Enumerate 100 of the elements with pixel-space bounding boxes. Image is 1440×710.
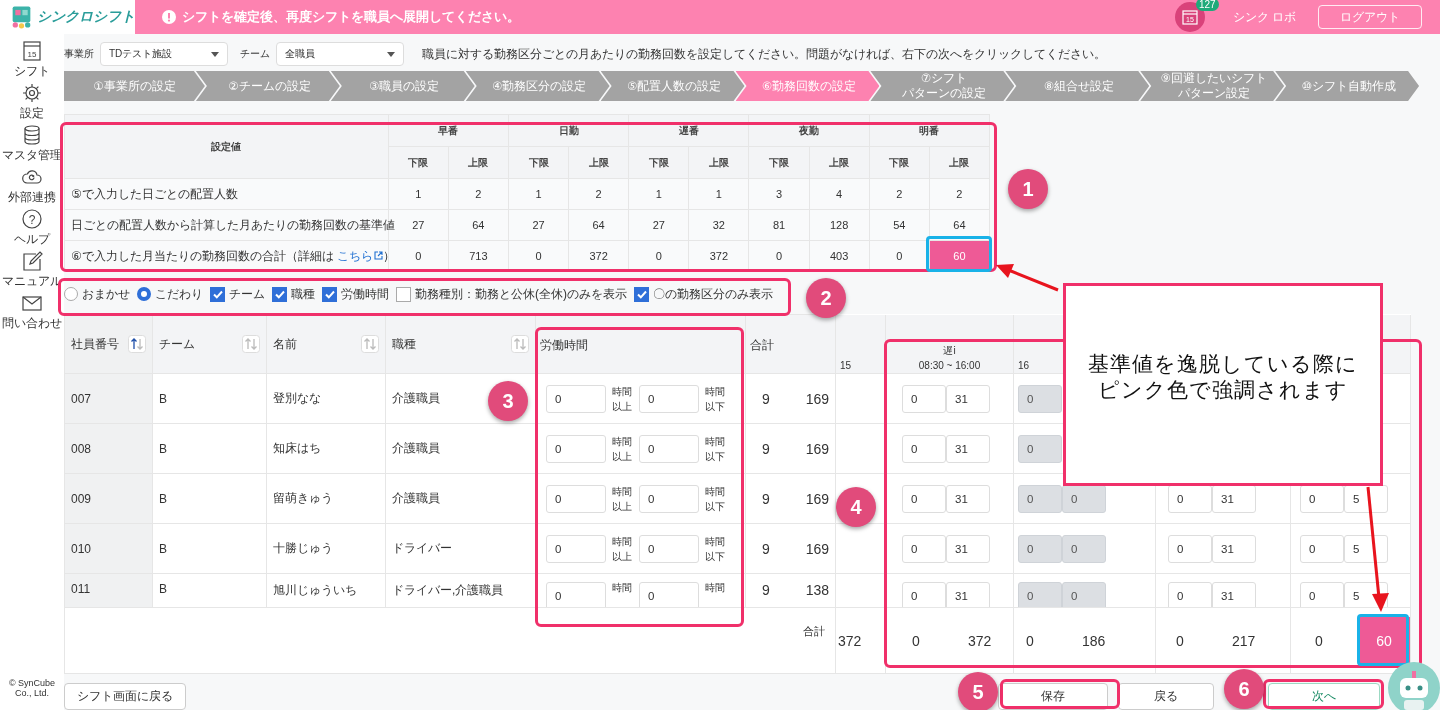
option-label: 職種 <box>291 285 315 303</box>
hours-field[interactable]: 0 <box>639 384 699 413</box>
count-field[interactable]: 0 <box>902 534 946 563</box>
count-field[interactable]: 31 <box>946 534 990 563</box>
checkbox[interactable] <box>322 286 337 302</box>
table-cell: 4 <box>809 178 870 210</box>
select-field[interactable]: 全職員 <box>276 42 404 66</box>
next-button[interactable]: 次へ <box>1268 683 1380 710</box>
unit-label: 時間以下 <box>705 434 726 464</box>
hours-field[interactable]: 0 <box>546 582 606 607</box>
count-field[interactable]: 0 <box>902 434 946 463</box>
unit-label: 時間以下 <box>705 384 726 414</box>
notification-badge: 127 <box>1195 0 1219 11</box>
gear-icon <box>21 82 43 104</box>
table-cell: 9 <box>762 440 770 457</box>
user-name: シンク ロボ <box>1232 8 1296 26</box>
sidebar-item[interactable]: 問い合わせ <box>2 292 62 334</box>
hours-field[interactable]: 0 <box>639 582 699 607</box>
hours-field[interactable]: 0 <box>546 384 606 413</box>
table-cell: 9 <box>762 490 770 507</box>
details-link[interactable]: こちら <box>337 248 384 263</box>
back-button[interactable]: 戻る <box>1118 683 1214 710</box>
count-field[interactable]: 31 <box>1212 534 1256 563</box>
table-header: 下限 <box>388 146 449 179</box>
count-field[interactable]: 0 <box>902 484 946 513</box>
unit-label: 時間以下 <box>705 484 726 514</box>
column-header: 名前 <box>273 335 297 353</box>
checkbox[interactable] <box>272 286 287 302</box>
total-value: 372 <box>967 632 992 649</box>
row-label: ⑤で入力した日ごとの配置人数 <box>71 186 238 201</box>
hours-field[interactable]: 0 <box>639 534 699 563</box>
column-header: 社員番号 <box>71 335 119 353</box>
count-field[interactable]: 0 <box>902 582 946 607</box>
table-cell: 008 <box>64 423 153 474</box>
table-cell: 十勝じゅう <box>266 523 386 574</box>
count-field[interactable]: 0 <box>1168 582 1212 607</box>
count-field[interactable]: 0 <box>1300 534 1344 563</box>
table-header: 上限 <box>448 146 509 179</box>
total-value: 217 <box>1231 632 1256 649</box>
hours-field[interactable]: 0 <box>546 484 606 513</box>
table-cell: 2 <box>448 178 509 210</box>
table-cell: 1 <box>388 178 449 210</box>
count-field[interactable]: 0 <box>1168 534 1212 563</box>
sort-icon[interactable] <box>242 335 260 353</box>
table-cell: B <box>152 423 267 474</box>
count-field[interactable]: 31 <box>1212 582 1256 607</box>
table-header: 下限 <box>748 146 810 179</box>
column-header: 08:30 ~ 16:00 <box>918 358 981 373</box>
count-field[interactable]: 31 <box>946 582 990 607</box>
sidebar-item[interactable]: ? ヘルプ <box>14 208 50 250</box>
checkbox[interactable] <box>634 286 649 302</box>
callout-text: ピンク色で強調されます <box>1098 377 1348 403</box>
select-field[interactable]: TDテスト施設 <box>100 42 228 66</box>
table-cell: 011 <box>64 573 153 608</box>
count-field[interactable]: 0 <box>1300 582 1344 607</box>
filter-label: 事業所 <box>64 47 94 61</box>
logo-icon <box>10 3 33 31</box>
row-label: 日ごとの配置人数から計算した月あたりの勤務回数の基準値 <box>71 217 395 232</box>
count-field[interactable]: 31 <box>946 384 990 413</box>
table-cell: 1 <box>688 178 749 210</box>
back-to-shift-button[interactable]: シフト画面に戻る <box>64 683 186 710</box>
unit-label: 時間以上 <box>612 434 633 464</box>
table-cell: B <box>152 473 267 524</box>
hours-field[interactable]: 0 <box>639 434 699 463</box>
count-field[interactable]: 0 <box>1300 484 1344 513</box>
step-number: 2 <box>806 278 846 318</box>
sidebar-item[interactable]: 設定 <box>20 82 44 124</box>
radio-button[interactable] <box>137 287 151 301</box>
table-header: 上限 <box>688 146 749 179</box>
count-field[interactable]: 5 <box>1344 534 1388 563</box>
sort-icon[interactable] <box>511 335 529 353</box>
sort-icon[interactable] <box>128 335 146 353</box>
step-number: 1 <box>1008 169 1048 209</box>
checkbox[interactable] <box>396 286 411 302</box>
hours-field[interactable]: 0 <box>546 434 606 463</box>
hours-field[interactable]: 0 <box>639 484 699 513</box>
count-field[interactable]: 31 <box>946 484 990 513</box>
option-label: チーム <box>229 285 265 303</box>
option-label: 労働時間 <box>341 285 389 303</box>
count-field[interactable]: 31 <box>1212 484 1256 513</box>
count-field[interactable]: 0 <box>902 384 946 413</box>
sidebar-item[interactable]: 15 シフト <box>14 40 50 82</box>
radio-button[interactable] <box>64 287 78 301</box>
table-cell: 007 <box>64 373 153 424</box>
checkbox[interactable] <box>210 286 225 302</box>
option-label: 勤務種別：勤務と公休(全休)のみを表示 <box>415 285 627 303</box>
sort-icon[interactable] <box>361 335 379 353</box>
hours-field[interactable]: 0 <box>546 534 606 563</box>
total-label: 合計 <box>803 625 825 637</box>
robot-icon[interactable] <box>1388 662 1440 710</box>
count-field[interactable]: 31 <box>946 434 990 463</box>
step-number: 6 <box>1224 669 1264 709</box>
count-field[interactable]: 0 <box>1168 484 1212 513</box>
table-cell: 009 <box>64 473 153 524</box>
column-header: 労働時間 <box>540 338 588 352</box>
sidebar-item[interactable]: 外部連携 <box>8 166 56 208</box>
save-button[interactable]: 保存 <box>998 683 1108 710</box>
copyright-text: © SynCube Co., Ltd. <box>7 678 57 700</box>
column-header: 遅i <box>943 343 956 358</box>
column-header: チーム <box>159 335 195 353</box>
